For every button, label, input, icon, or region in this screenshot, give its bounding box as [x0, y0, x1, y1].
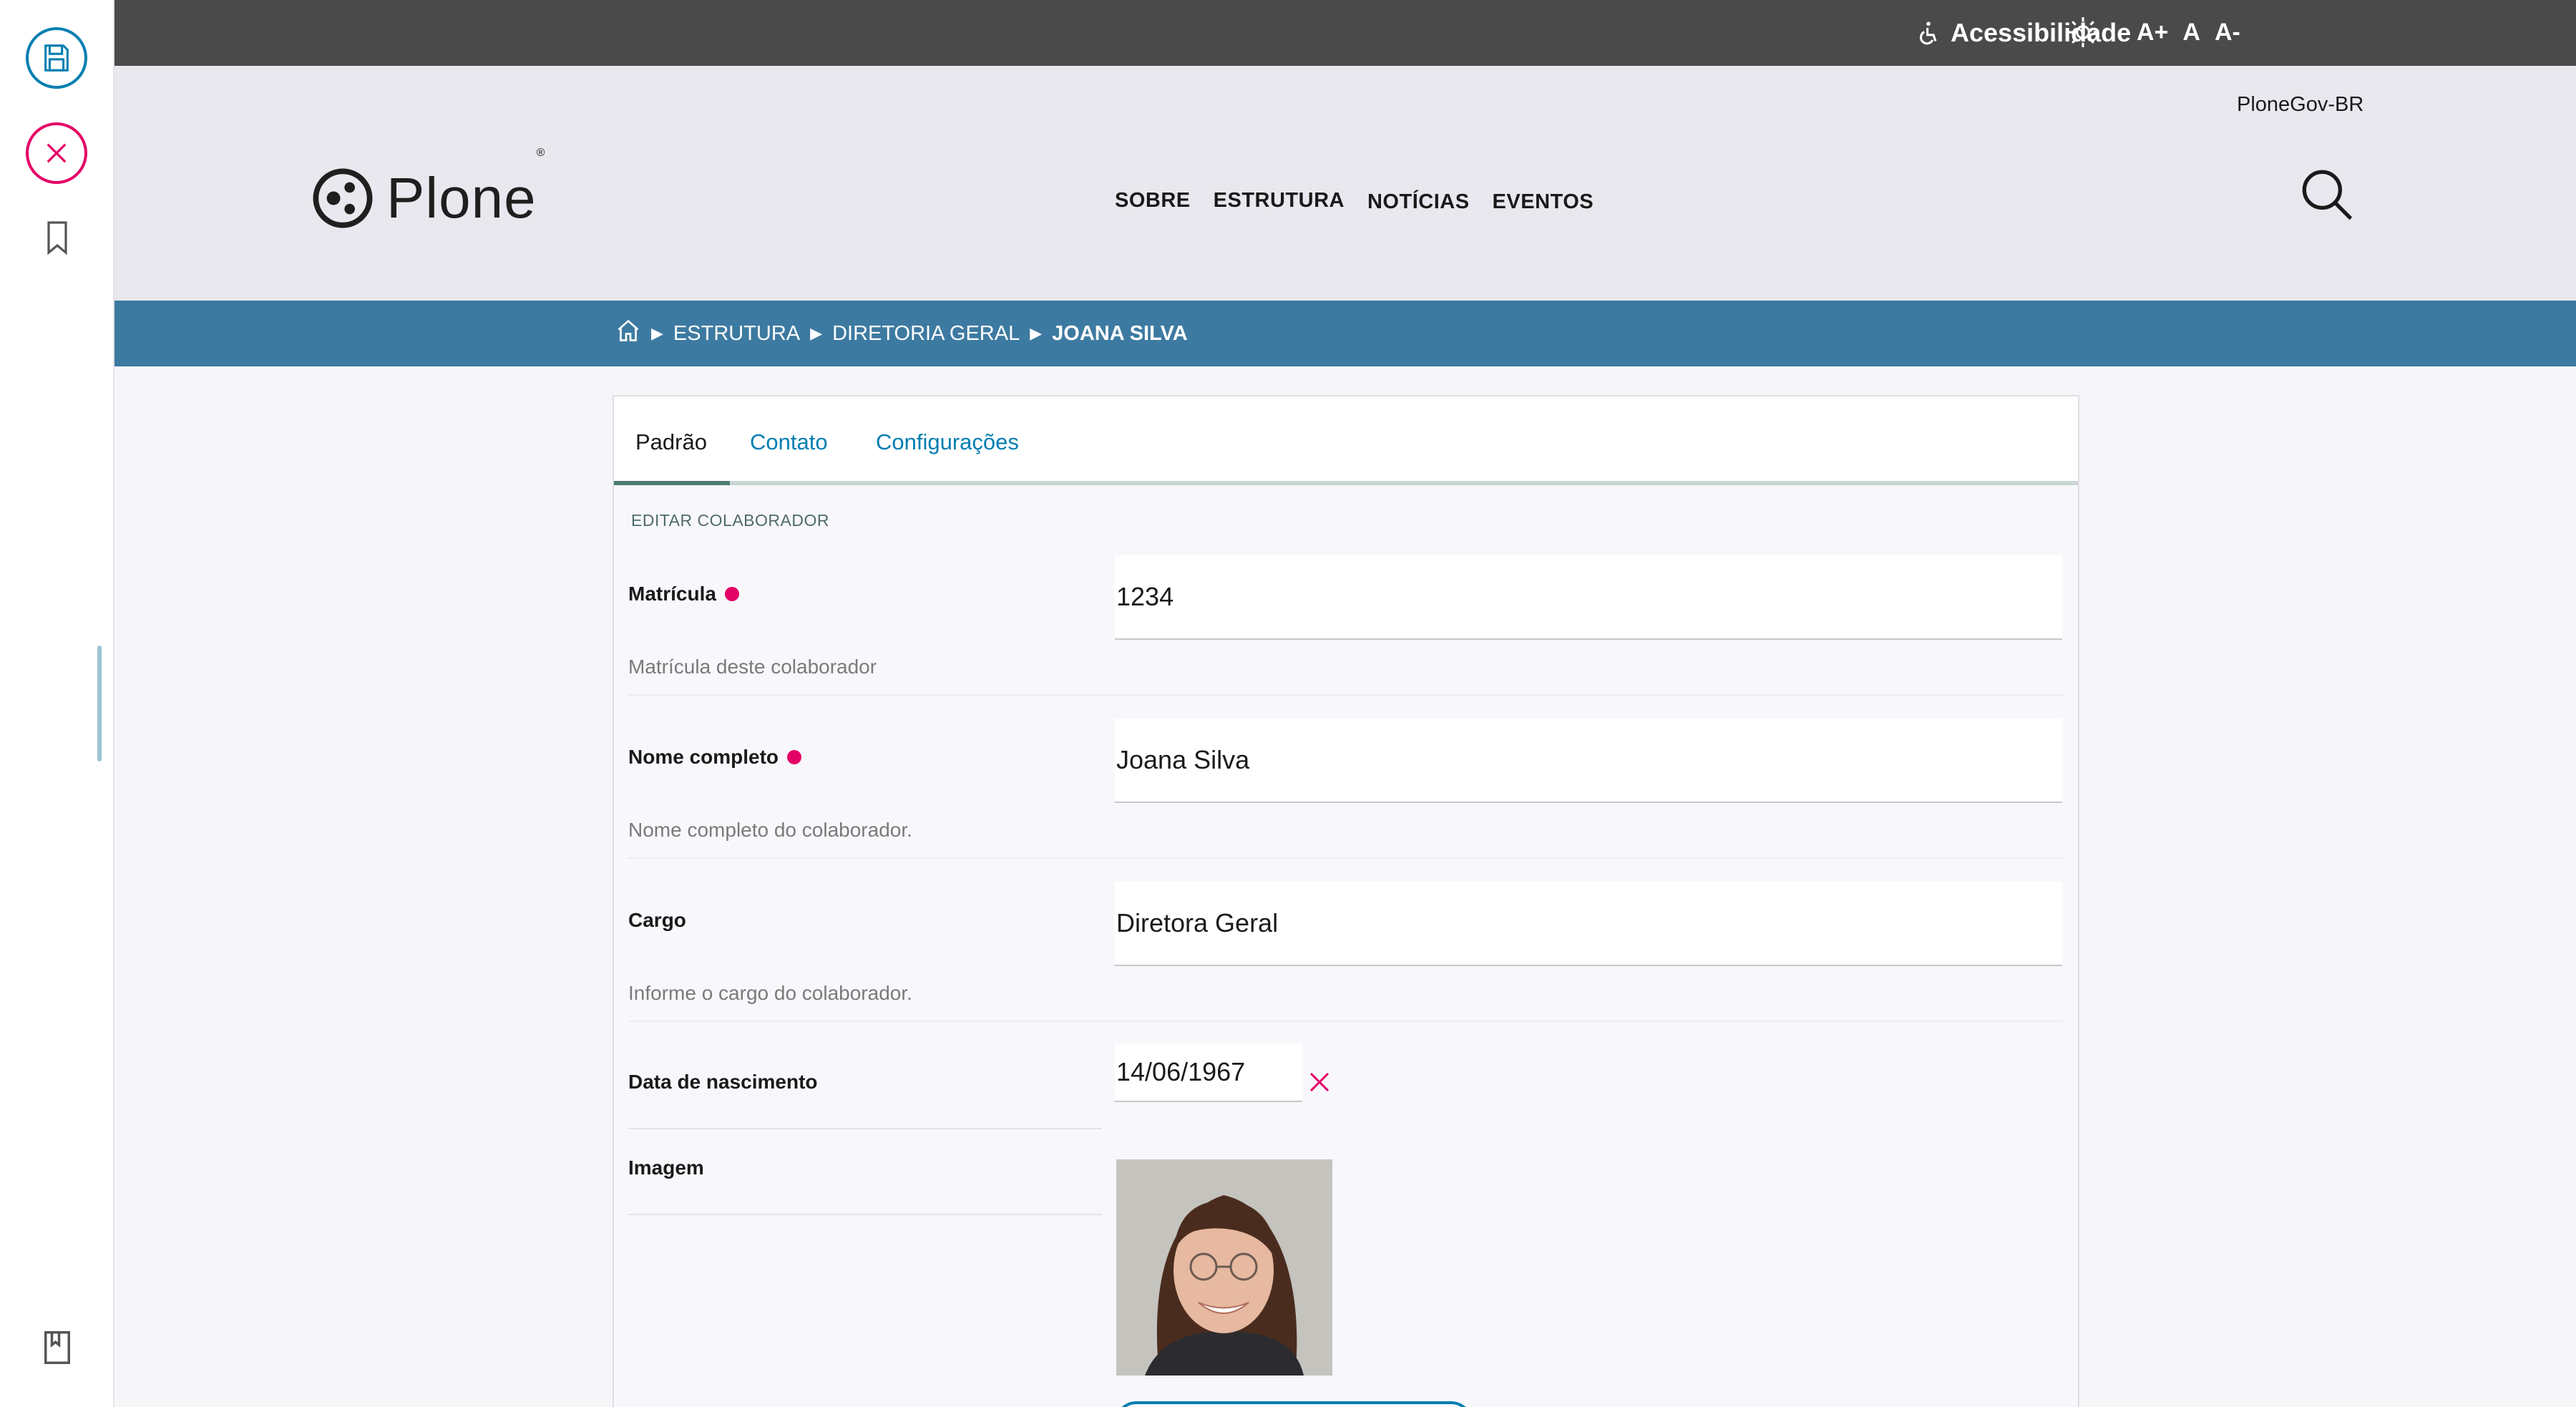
site-header: PloneGov-BR Plone® SOBRE ESTRUTURA NOTÍC… [114, 66, 2576, 301]
section-title: EDITAR COLABORADOR [631, 511, 829, 530]
matricula-input[interactable] [1115, 555, 2062, 640]
breadcrumb-current: JOANA SILVA [1052, 321, 1188, 345]
form-tabs: Padrão Contato Configurações [614, 396, 2078, 485]
nome-completo-label: Nome completo [628, 746, 802, 769]
tab-configuracoes[interactable]: Configurações [876, 425, 1019, 459]
matricula-help: Matrícula deste colaborador [628, 656, 877, 678]
data-nascimento-input[interactable] [1115, 1043, 1302, 1102]
main-navigation: SOBRE ESTRUTURA NOTÍCIAS EVENTOS [1103, 189, 1605, 213]
nav-item-eventos[interactable]: EVENTOS [1481, 190, 1606, 214]
tab-contato[interactable]: Contato [750, 425, 828, 459]
edit-form: Padrão Contato Configurações EDITAR COLA… [613, 395, 2079, 1407]
person-portrait [1116, 1159, 1332, 1376]
breadcrumb-separator-icon: ▶ [651, 324, 663, 342]
logo-text: Plone® [386, 147, 546, 230]
close-icon [47, 143, 67, 163]
edit-toolbar [0, 0, 114, 1407]
home-icon [618, 319, 639, 341]
cancel-button[interactable] [26, 122, 87, 184]
field-divider [628, 1021, 2064, 1022]
breadcrumb-item[interactable]: DIRETORIA GERAL [832, 322, 1020, 346]
breadcrumb-separator-icon: ▶ [1030, 324, 1043, 342]
accessibility-label: Acessibilidade [1951, 18, 2132, 47]
search-icon [2302, 170, 2353, 220]
cargo-input[interactable] [1115, 882, 2062, 966]
search-button[interactable] [2298, 166, 2370, 238]
font-decrease-button[interactable]: A- [2215, 19, 2240, 47]
active-tab-indicator [614, 481, 730, 485]
required-indicator [787, 750, 802, 764]
accessibility-bar: Acessibilidade A+ A A- [114, 0, 2576, 66]
plone-logo-icon [313, 168, 373, 228]
nav-item-noticias[interactable]: NOTÍCIAS [1356, 190, 1481, 214]
sun-icon [2068, 17, 2098, 47]
breadcrumb: ▶ ESTRUTURA ▶ DIRETORIA GERAL ▶ JOANA SI… [114, 301, 2576, 366]
cargo-help: Informe o cargo do colaborador. [628, 982, 912, 1004]
save-icon [44, 44, 69, 72]
book-icon [44, 1331, 70, 1364]
site-logo[interactable]: Plone® [312, 147, 546, 230]
contrast-toggle[interactable] [2065, 14, 2101, 50]
field-divider [628, 694, 2064, 696]
matricula-label: Matrícula [628, 583, 739, 605]
required-indicator [724, 587, 739, 601]
data-nascimento-label: Data de nascimento [628, 1071, 818, 1093]
nome-completo-input[interactable] [1115, 719, 2062, 803]
profile-photo [1116, 1159, 1332, 1376]
save-button[interactable] [26, 27, 87, 89]
breadcrumb-separator-icon: ▶ [810, 324, 823, 342]
toolbar-scrollbar[interactable] [97, 646, 102, 761]
cargo-label: Cargo [628, 909, 686, 931]
nav-item-estrutura[interactable]: ESTRUTURA [1202, 189, 1356, 213]
breadcrumb-item[interactable]: ESTRUTURA [673, 322, 800, 346]
tab-padrao[interactable]: Padrão [635, 425, 707, 459]
font-normal-button[interactable]: A [2182, 19, 2200, 47]
nav-item-sobre[interactable]: SOBRE [1103, 189, 1202, 213]
imagem-label: Imagem [628, 1157, 704, 1179]
image-upload-button[interactable] [1115, 1401, 1473, 1407]
breadcrumb-home[interactable] [615, 318, 641, 349]
nome-completo-help: Nome completo do colaborador. [628, 819, 912, 841]
font-increase-button[interactable]: A+ [2137, 19, 2168, 47]
menu-button[interactable] [39, 1323, 76, 1373]
close-icon [1309, 1072, 1330, 1092]
wheelchair-icon [1919, 21, 1937, 45]
clear-date-button[interactable] [1307, 1069, 1338, 1101]
field-divider [628, 1214, 1102, 1215]
font-size-controls: A+ A A- [2137, 16, 2240, 49]
bookmark-icon [47, 221, 67, 255]
bookmark-button[interactable] [37, 213, 77, 263]
site-name-link[interactable]: PloneGov-BR [2237, 93, 2363, 117]
field-divider [628, 857, 2064, 859]
field-divider [628, 1128, 1102, 1129]
